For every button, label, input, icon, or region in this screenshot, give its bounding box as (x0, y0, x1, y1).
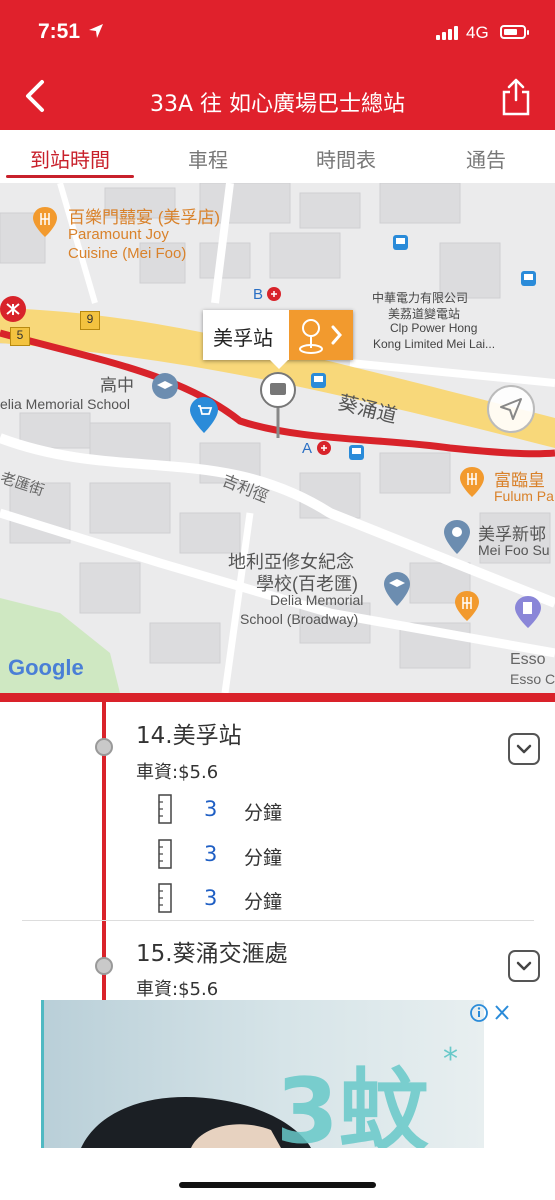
share-button[interactable] (499, 78, 533, 116)
route-map[interactable]: 百樂門囍宴 (美孚店) Paramount Joy Cuisine (Mei F… (0, 183, 555, 693)
map-label-delia-en2: School (Broadway) (240, 611, 359, 627)
navigation-arrow-icon (500, 398, 522, 420)
tab-timetable[interactable]: 時間表 (277, 144, 415, 173)
stop-popup[interactable]: 美孚站 (203, 310, 353, 369)
map-label-clp-en2: Kong Limited Mei Lai... (373, 337, 496, 351)
eta-minutes: 3 (204, 797, 218, 821)
location-arrow-icon (88, 23, 104, 43)
map-label-clp-en1: Clp Power Hong (390, 321, 478, 335)
map-bottom-divider (0, 693, 555, 702)
active-tab-indicator (6, 175, 134, 178)
eta-minutes: 3 (204, 842, 218, 866)
map-label-meifoo-en: Mei Foo Su (478, 542, 550, 558)
expand-stop-15-button[interactable] (508, 950, 540, 982)
stop-location-icon (299, 319, 342, 354)
ad-star: * (443, 1042, 458, 1077)
stop-fare-15: 車資:$5.6 (136, 979, 219, 1000)
map-label-school-en: elia Memorial School (0, 396, 130, 412)
stop-popup-action-button[interactable] (289, 310, 353, 360)
tab-arrival-time[interactable]: 到站時間 (1, 144, 139, 173)
back-button[interactable] (18, 78, 54, 114)
map-label-esso2: Esso C (510, 671, 555, 687)
ad-info-icon (470, 1004, 488, 1022)
tab-bar: 到站時間 車程 時間表 通告 (0, 130, 555, 184)
eta-row: 3 分鐘 (158, 794, 358, 826)
google-logo: Google (8, 655, 84, 680)
title-bar: 33A 往 如心廣場巴士總站 (0, 64, 555, 130)
battery-icon (500, 25, 529, 39)
eta-unit: 分鐘 (244, 802, 283, 824)
map-label-restaurant-zh: 百樂門囍宴 (美孚店) (68, 208, 221, 227)
ad-banner[interactable]: 3蚊 * (41, 1000, 484, 1148)
map-label-clp-zh1: 中華電力有限公司 (372, 291, 469, 305)
map-label-clp-zh2: 美荔道變電站 (388, 307, 461, 321)
ad-close-icon (495, 1005, 509, 1020)
share-icon (502, 78, 530, 116)
tab-journey[interactable]: 車程 (139, 144, 277, 173)
bus-icon (158, 883, 172, 913)
map-label-school-zh: 高中 (100, 376, 134, 395)
home-indicator (179, 1182, 376, 1188)
map-label-restaurant-en1: Paramount Joy (68, 226, 169, 243)
stop-popup-label: 美孚站 (213, 326, 273, 350)
eta-row: 3 分鐘 (158, 883, 358, 915)
chevron-down-icon (516, 744, 532, 754)
status-bar: 7:51 4G (0, 0, 555, 64)
mtr-exit-b-label: B (253, 286, 264, 303)
status-time: 7:51 (38, 20, 81, 43)
chevron-down-icon (516, 961, 532, 971)
battery-level (504, 29, 517, 35)
ad-info-controls (470, 1003, 514, 1028)
stop-name-14[interactable]: 14.美孚站 (136, 716, 242, 750)
route-shield-9: 9 (80, 311, 100, 330)
stop-dot (95, 957, 113, 975)
network-type: 4G (466, 23, 489, 42)
page-title: 33A 往 如心廣場巴士總站 (149, 92, 406, 117)
eta-unit: 分鐘 (244, 847, 283, 869)
eta-row: 3 分鐘 (158, 839, 358, 871)
eta-unit: 分鐘 (244, 891, 283, 913)
locate-me-button[interactable] (487, 385, 535, 433)
mtr-exit-a-label: A (302, 440, 313, 457)
expand-stop-14-button[interactable] (508, 733, 540, 765)
map-label-fulum-en: Fulum Pa (494, 488, 554, 504)
stop-dot (95, 738, 113, 756)
route-shield-5: 5 (10, 327, 30, 346)
map-label-esso1: Esso (510, 651, 546, 668)
stop-divider (22, 920, 534, 921)
stop-name-15[interactable]: 15.葵涌交滙處 (136, 934, 288, 968)
bus-icon (158, 839, 172, 869)
tab-notices[interactable]: 通告 (417, 144, 555, 173)
map-label-restaurant-en2: Cuisine (Mei Foo) (68, 245, 187, 262)
map-label-delia-en1: Delia Memorial (270, 592, 364, 608)
ad-headline: 3蚊 (276, 1059, 429, 1148)
eta-minutes: 3 (204, 886, 218, 910)
stop-fare-14: 車資:$5.6 (136, 762, 219, 783)
signal-icon (436, 26, 458, 40)
bus-icon (158, 794, 172, 824)
